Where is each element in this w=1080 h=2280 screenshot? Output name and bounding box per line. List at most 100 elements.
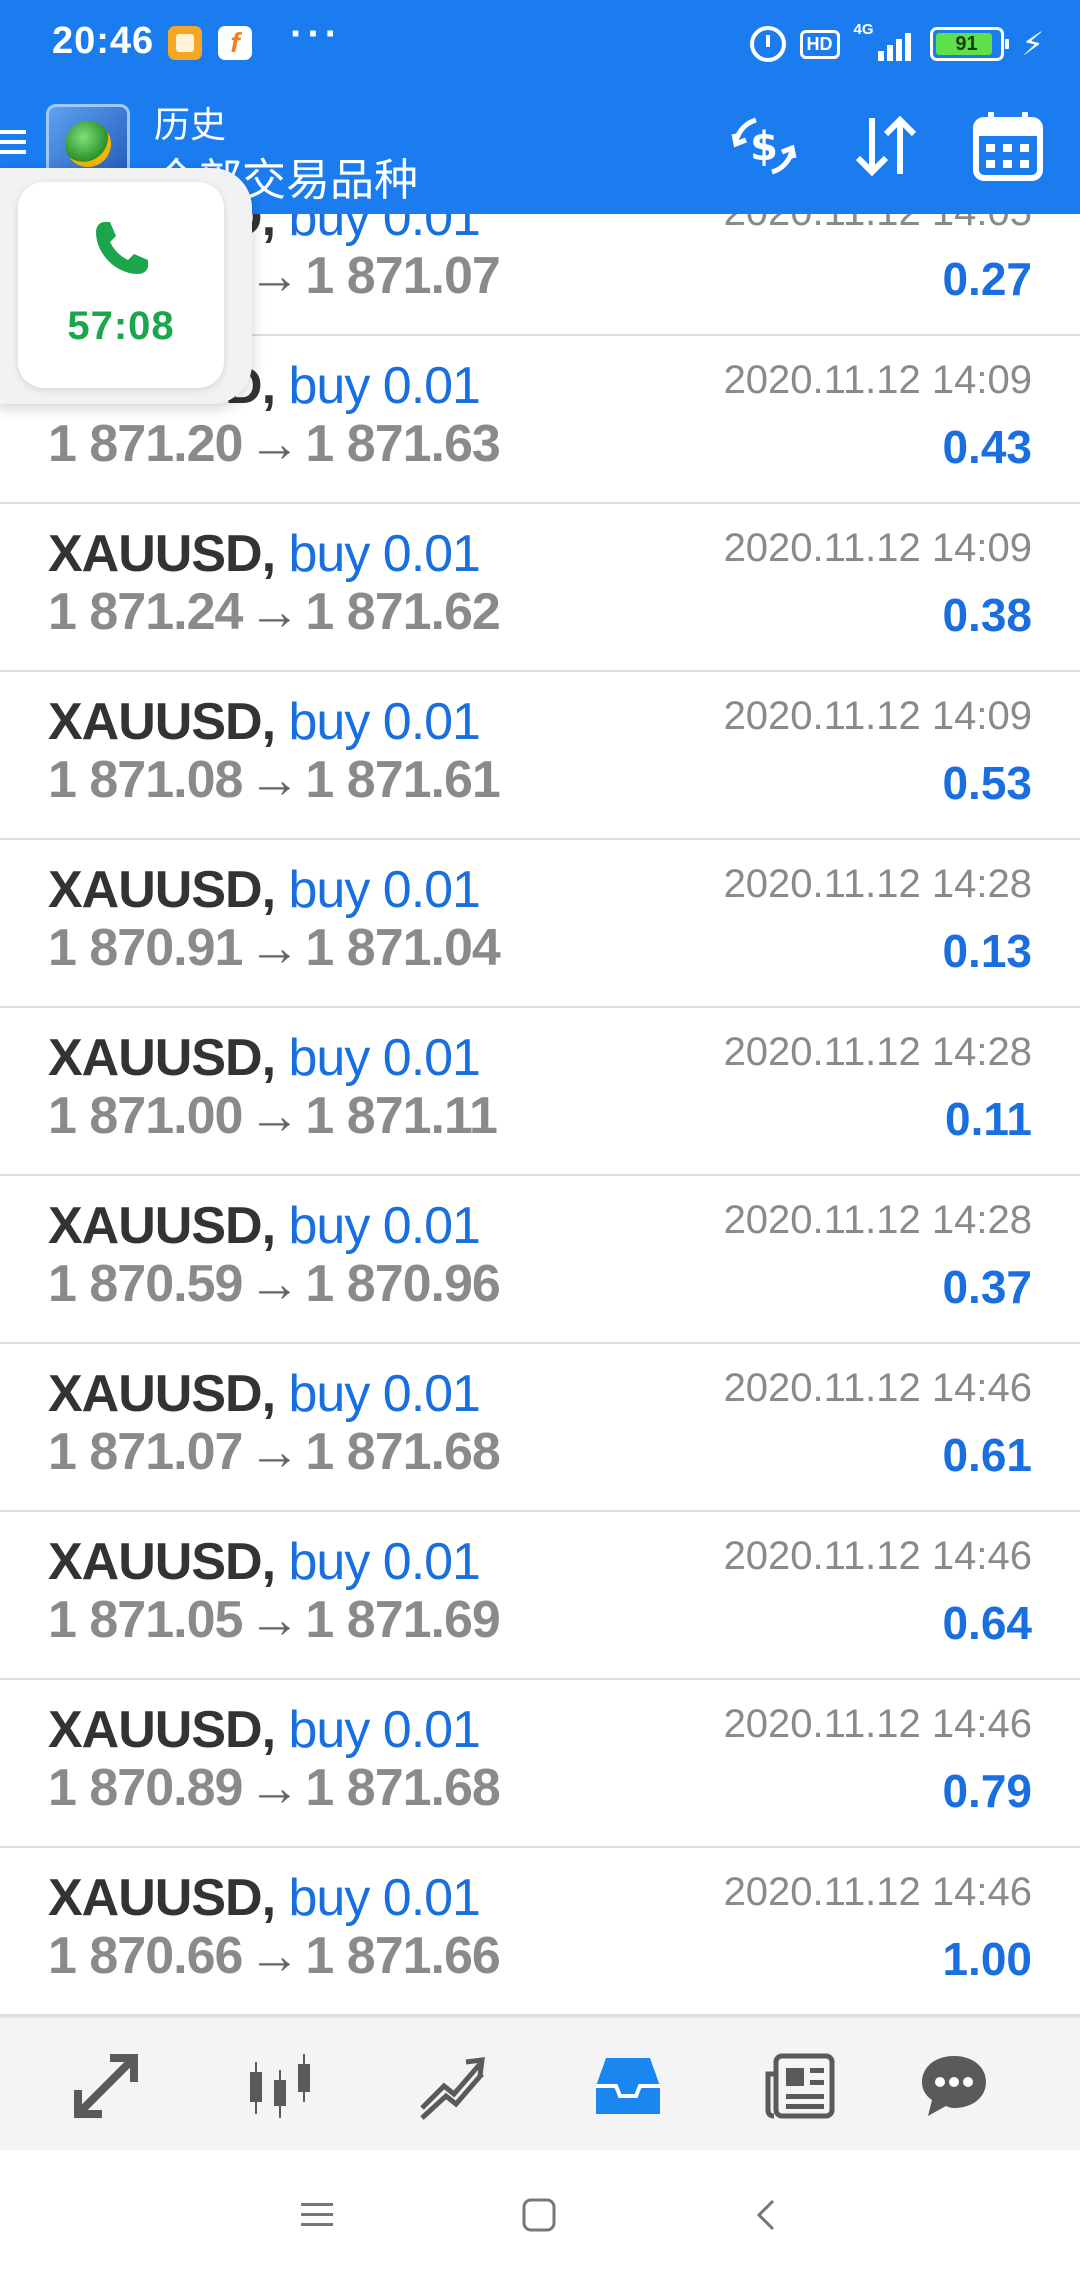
trade-prices: 1 871.24 → 1 871.62 xyxy=(48,582,501,642)
calendar-icon[interactable] xyxy=(970,108,1046,184)
trade-row[interactable]: XAUUSD, buy 0.01 1 871.07 → 1 871.68 2020.… xyxy=(0,1344,1080,1512)
trade-row[interactable]: XAUUSD, buy 0.01 1 870.91 → 1 871.04 2020.… xyxy=(0,840,1080,1008)
back-icon[interactable] xyxy=(742,2190,792,2240)
trade-prices: 1 871.05 → 1 871.69 xyxy=(48,1590,501,1650)
trade-date: 2020.11.12 14:05 xyxy=(724,214,1032,235)
notification-app-icon xyxy=(168,26,202,60)
recent-apps-icon[interactable] xyxy=(292,2190,342,2240)
open-price: 1 870.59 xyxy=(48,1255,243,1313)
trade-symbol: XAUUSD, xyxy=(48,693,276,751)
open-price: 1 871.20 xyxy=(48,415,243,473)
trade-prices: 1 870.89 → 1 871.68 xyxy=(48,1758,501,1818)
open-price: 1 870.66 xyxy=(48,1927,243,1985)
system-navigation-bar xyxy=(0,2150,1080,2280)
trade-symbol: XAUUSD, xyxy=(48,1869,276,1927)
open-price: 1 870.91 xyxy=(48,919,243,977)
trade-symbol: XAUUSD, xyxy=(48,1197,276,1255)
news-icon[interactable] xyxy=(760,2046,840,2126)
call-card[interactable]: 57:08 xyxy=(18,182,224,388)
close-price: 1 871.68 xyxy=(305,1759,500,1817)
trade-prices: 1 870.91 → 1 871.04 xyxy=(48,918,501,978)
trade-title: XAUUSD, buy 0.01 xyxy=(48,1868,481,1928)
trade-profit: 0.61 xyxy=(942,1429,1032,1481)
trade-title: XAUUSD, buy 0.01 xyxy=(48,1364,481,1424)
history-icon[interactable] xyxy=(588,2046,668,2126)
bottom-navigation xyxy=(0,2016,1080,2150)
trade-side-volume: buy 0.01 xyxy=(288,693,480,751)
trade-profit: 0.37 xyxy=(942,1261,1032,1313)
trade-title: XAUUSD, buy 0.01 xyxy=(48,1532,481,1592)
trade-title: XAUUSD, buy 0.01 xyxy=(48,524,481,584)
trade-date: 2020.11.12 14:09 xyxy=(723,694,1032,738)
trade-date: 2020.11.12 14:28 xyxy=(723,862,1032,906)
trade-symbol: XAUUSD, xyxy=(48,525,276,583)
trade-icon[interactable] xyxy=(412,2046,492,2126)
phone-icon xyxy=(90,216,154,280)
trade-side-volume: buy 0.01 xyxy=(288,1533,480,1591)
trade-prices: 1 871.00 → 1 871.11 xyxy=(48,1086,498,1146)
trade-prices: 1 870.59 → 1 870.96 xyxy=(48,1254,501,1314)
open-price: 1 870.89 xyxy=(48,1759,243,1817)
floating-call-widget[interactable]: 57:08 xyxy=(0,168,252,404)
trade-side-volume: buy 0.01 xyxy=(288,861,480,919)
trade-side-volume: buy 0.01 xyxy=(288,357,480,415)
open-price: 1 871.05 xyxy=(48,1591,243,1649)
trade-date: 2020.11.12 14:46 xyxy=(723,1702,1032,1746)
currency-exchange-icon[interactable]: $ xyxy=(726,108,802,184)
trade-profit: 1.00 xyxy=(942,1933,1032,1985)
arrow-right-icon: → xyxy=(248,1255,300,1313)
arrow-right-icon: → xyxy=(248,1423,300,1481)
trade-symbol: XAUUSD, xyxy=(48,1701,276,1759)
trade-row[interactable]: XAUUSD, buy 0.01 1 871.08 → 1 871.61 2020.… xyxy=(0,672,1080,840)
trade-profit: 0.43 xyxy=(942,421,1032,473)
menu-icon[interactable] xyxy=(0,130,26,156)
home-icon[interactable] xyxy=(514,2190,564,2240)
trade-profit: 0.79 xyxy=(942,1765,1032,1817)
close-price: 1 870.96 xyxy=(305,1255,500,1313)
close-price: 1 871.04 xyxy=(305,919,500,977)
trade-history-list[interactable]: XAUUSD, buy 0.01 1 871.04→1 871.07 2020.… xyxy=(0,214,1080,2016)
arrow-right-icon: → xyxy=(248,1087,300,1145)
close-price: 1 871.66 xyxy=(305,1927,500,1985)
chat-icon[interactable] xyxy=(914,2046,994,2126)
open-price: 1 871.07 xyxy=(48,1423,243,1481)
signal-icon: 4G xyxy=(854,21,916,61)
trade-side-volume: buy 0.01 xyxy=(288,1029,480,1087)
chart-icon[interactable] xyxy=(240,2046,320,2126)
trade-symbol: XAUUSD, xyxy=(48,1365,276,1423)
trade-prices: 1 871.20 → 1 871.63 xyxy=(48,414,501,474)
trade-row[interactable]: XAUUSD, buy 0.01 1 870.66 → 1 871.66 2020.… xyxy=(0,1848,1080,2016)
trade-side-volume: buy 0.01 xyxy=(288,525,480,583)
arrow-right-icon: → xyxy=(248,1591,300,1649)
arrow-right-icon: → xyxy=(248,1759,300,1817)
battery-level: 91 xyxy=(955,33,978,55)
close-price: 1 871.68 xyxy=(305,1423,500,1481)
call-timer: 57:08 xyxy=(67,304,175,348)
charging-icon: ⚡ xyxy=(1021,26,1044,62)
arrow-right-icon: → xyxy=(248,1927,300,1985)
trade-symbol: XAUUSD, xyxy=(48,1029,276,1087)
trade-symbol: XAUUSD, xyxy=(48,1533,276,1591)
trade-side-volume: buy 0.01 xyxy=(288,1701,480,1759)
trade-date: 2020.11.12 14:28 xyxy=(723,1030,1032,1074)
trade-row[interactable]: XAUUSD, buy 0.01 1 871.00 → 1 871.11 2020.… xyxy=(0,1008,1080,1176)
close-price: 1 871.11 xyxy=(305,1087,498,1145)
trade-row[interactable]: XAUUSD, buy 0.01 1 871.05 → 1 871.69 2020.… xyxy=(0,1512,1080,1680)
trade-side-volume: buy 0.01 xyxy=(288,1365,480,1423)
status-icons: HD 4G 91 ⚡ xyxy=(749,21,1044,64)
network-type: 4G xyxy=(853,21,874,38)
quotes-icon[interactable] xyxy=(66,2046,146,2126)
arrow-right-icon: → xyxy=(248,247,300,305)
trade-row[interactable]: XAUUSD, buy 0.01 1 870.89 → 1 871.68 2020.… xyxy=(0,1680,1080,1848)
app-bar-actions: $ xyxy=(726,108,1046,184)
trade-profit: 0.27 xyxy=(942,253,1032,305)
trade-row[interactable]: XAUUSD, buy 0.01 1 870.59 → 1 870.96 2020.… xyxy=(0,1176,1080,1344)
trade-prices: 1 870.66 → 1 871.66 xyxy=(48,1926,501,1986)
close-price: 1 871.61 xyxy=(305,751,500,809)
open-price: 1 871.08 xyxy=(48,751,243,809)
trade-date: 2020.11.12 14:09 xyxy=(723,358,1032,402)
svg-text:$: $ xyxy=(750,124,778,170)
trade-row[interactable]: XAUUSD, buy 0.01 1 871.24 → 1 871.62 2020.… xyxy=(0,504,1080,672)
sort-icon[interactable] xyxy=(848,108,924,184)
trade-side-volume: buy 0.01 xyxy=(288,1197,480,1255)
